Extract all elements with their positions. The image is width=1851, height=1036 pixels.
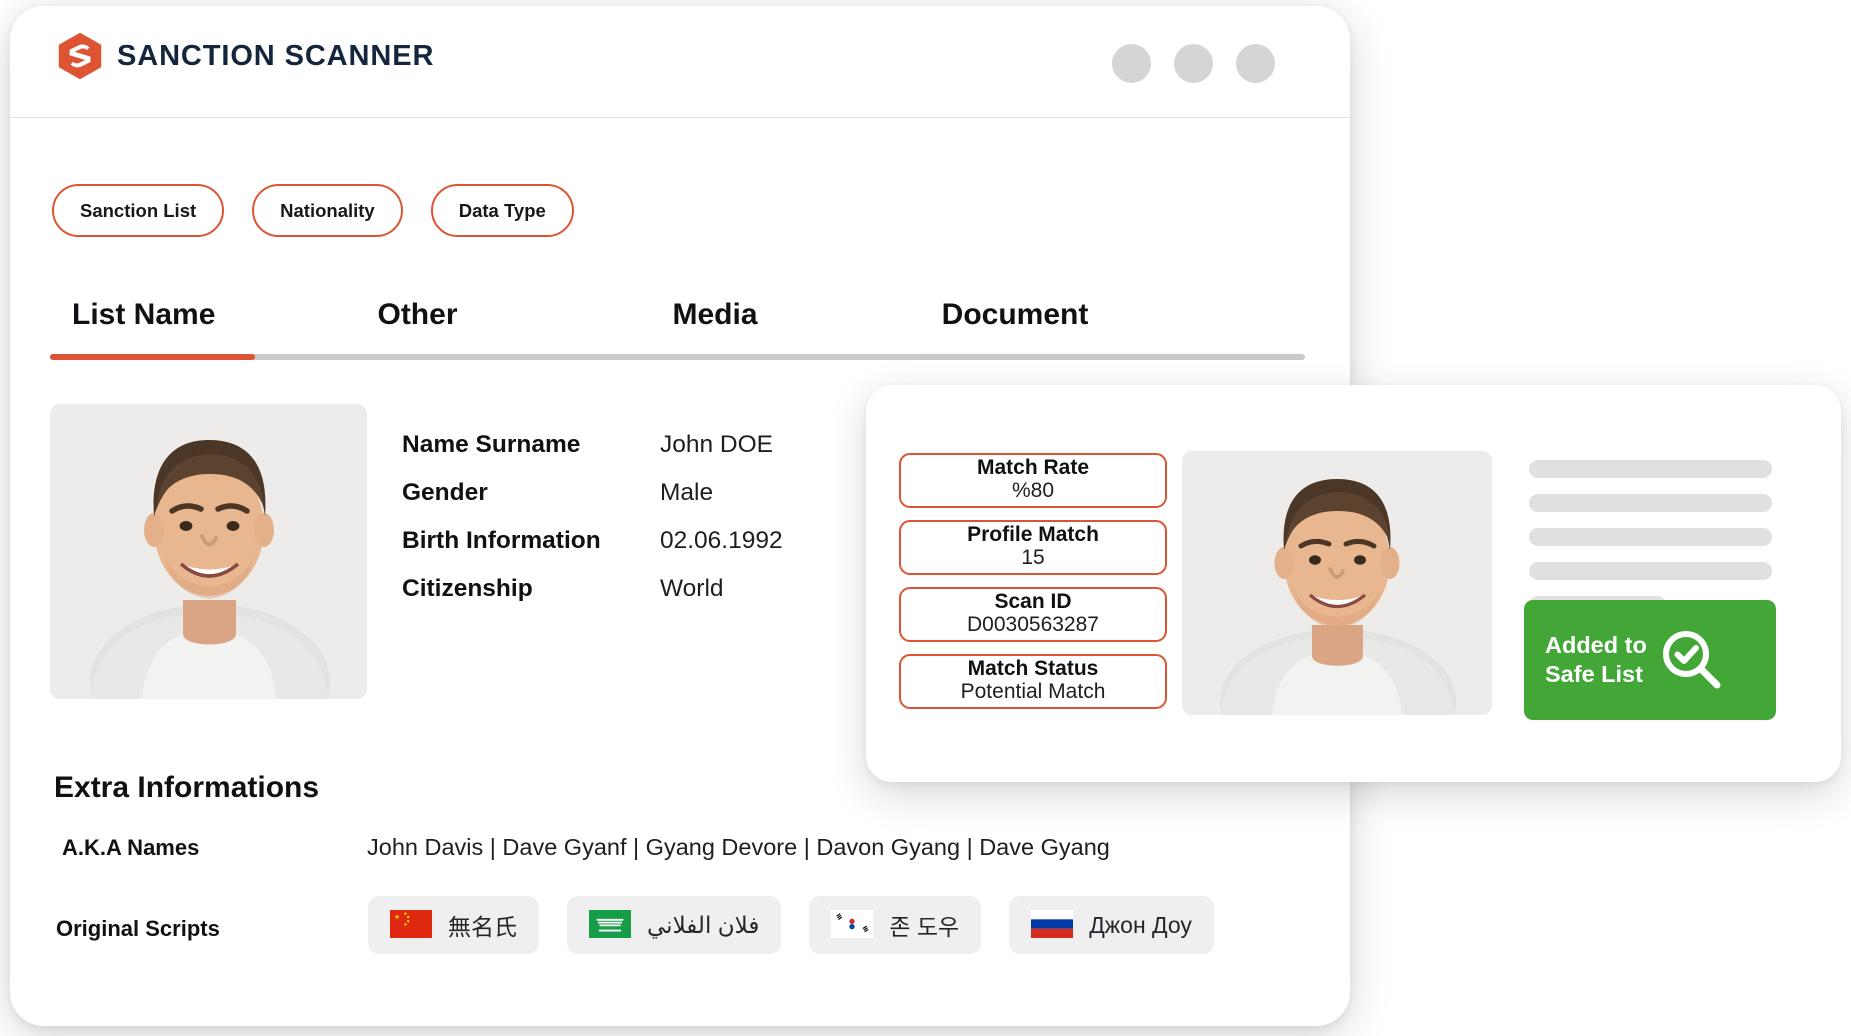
- filter-pill-nationality[interactable]: Nationality: [252, 184, 403, 237]
- script-chip-text: 존 도우: [889, 914, 960, 940]
- script-chip-chinese[interactable]: 無名氏: [368, 896, 539, 954]
- script-chip-korean[interactable]: 존 도우: [809, 896, 982, 954]
- window-dot-3[interactable]: [1236, 44, 1275, 83]
- script-chip-text: 無名氏: [448, 914, 517, 940]
- tab-document[interactable]: Document: [850, 298, 1180, 354]
- match-status-box[interactable]: Match Status Potential Match: [899, 654, 1167, 709]
- detail-row: Birth Information 02.06.1992: [402, 527, 783, 560]
- brand-logo: SANCTION SCANNER: [57, 32, 434, 80]
- tab-underline-active: [50, 354, 255, 360]
- profile-match-value: 15: [1021, 546, 1045, 570]
- scan-id-box[interactable]: Scan ID D0030563287: [899, 587, 1167, 642]
- match-rate-value: %80: [1011, 479, 1055, 503]
- script-chip-arabic[interactable]: فلان الفلاني: [567, 896, 782, 954]
- match-status-title: Match Status: [967, 656, 1099, 680]
- skeleton-line: [1529, 562, 1772, 580]
- filter-pill-group: Sanction List Nationality Data Type: [52, 184, 574, 237]
- added-to-safe-list-badge[interactable]: Added to Safe List: [1524, 600, 1776, 720]
- detail-row: Name Surname John DOE: [402, 431, 783, 464]
- window-dot-1[interactable]: [1112, 44, 1151, 83]
- profile-details: Name Surname John DOE Gender Male Birth …: [402, 431, 783, 623]
- detail-row: Gender Male: [402, 479, 783, 512]
- profile-photo: [50, 404, 367, 699]
- script-chip-text: Джон Доу: [1089, 911, 1192, 938]
- script-chip-russian[interactable]: Джон Доу: [1009, 896, 1214, 954]
- script-chip-text: فلان الفلاني: [647, 911, 760, 938]
- match-result-card: Match Rate %80 Profile Match 15 Scan ID …: [866, 385, 1841, 782]
- filter-pill-data-type[interactable]: Data Type: [430, 184, 574, 237]
- tab-underline-track: [50, 354, 1305, 360]
- original-scripts-label: Original Scripts: [56, 916, 220, 941]
- south-korea-flag-icon: [831, 910, 874, 940]
- magnifier-check-icon: [1661, 629, 1723, 691]
- skeleton-line: [1529, 494, 1772, 512]
- tab-bar: List Name Other Media Document: [50, 298, 1305, 360]
- profile-match-title: Profile Match: [967, 522, 1099, 546]
- match-rate-title: Match Rate: [976, 455, 1090, 479]
- original-scripts-chips: 無名氏 فلان الفلاني 존 도우 Джон Доу: [368, 896, 1214, 954]
- detail-label-name-surname: Name Surname: [402, 431, 581, 458]
- match-photo: [1182, 451, 1492, 715]
- window-controls: [1112, 44, 1275, 83]
- skeleton-line: [1529, 528, 1772, 546]
- scan-id-value: D0030563287: [967, 613, 1099, 637]
- detail-value-citizenship: World: [660, 575, 724, 602]
- sanction-scanner-hexagon-s-logo-icon: [57, 32, 103, 80]
- match-status-value: Potential Match: [960, 680, 1106, 704]
- china-flag-icon: [390, 910, 432, 940]
- tab-row: List Name Other Media Document: [50, 298, 1305, 354]
- detail-label-birth-information: Birth Information: [402, 527, 601, 554]
- extra-informations-heading: Extra Informations: [54, 771, 320, 804]
- profile-match-box[interactable]: Profile Match 15: [899, 520, 1167, 575]
- brand-name: SANCTION SCANNER: [117, 39, 435, 72]
- screenshot-root: SANCTION SCANNER Sanction List Nationali…: [0, 0, 1851, 1036]
- match-info-boxes: Match Rate %80 Profile Match 15 Scan ID …: [899, 453, 1167, 709]
- saudi-arabia-flag-icon: [589, 910, 631, 940]
- scan-id-title: Scan ID: [994, 589, 1072, 613]
- match-rate-box[interactable]: Match Rate %80: [899, 453, 1167, 508]
- skeleton-line: [1529, 460, 1772, 478]
- aka-names-value: John Davis | Dave Gyanf | Gyang Devore |…: [367, 834, 1110, 860]
- filter-pill-sanction-list[interactable]: Sanction List: [52, 184, 225, 237]
- detail-value-birth-information: 02.06.1992: [660, 527, 783, 554]
- detail-label-citizenship: Citizenship: [402, 575, 533, 602]
- safe-badge-line1: Added to: [1545, 631, 1647, 658]
- window-dot-2[interactable]: [1174, 44, 1213, 83]
- tab-list-name[interactable]: List Name: [50, 298, 255, 354]
- detail-row: Citizenship World: [402, 575, 783, 608]
- window-titlebar: SANCTION SCANNER: [10, 6, 1350, 118]
- detail-label-gender: Gender: [402, 479, 488, 506]
- russia-flag-icon: [1031, 910, 1074, 940]
- detail-value-gender: Male: [660, 479, 714, 506]
- tab-other[interactable]: Other: [255, 298, 580, 354]
- detail-value-name-surname: John DOE: [660, 431, 774, 458]
- detail-skeleton-placeholders: [1529, 460, 1772, 614]
- safe-badge-text: Added to Safe List: [1545, 631, 1647, 689]
- safe-badge-line2: Safe List: [1545, 661, 1643, 687]
- tab-media[interactable]: Media: [580, 298, 850, 354]
- aka-names-label: A.K.A Names: [62, 835, 200, 860]
